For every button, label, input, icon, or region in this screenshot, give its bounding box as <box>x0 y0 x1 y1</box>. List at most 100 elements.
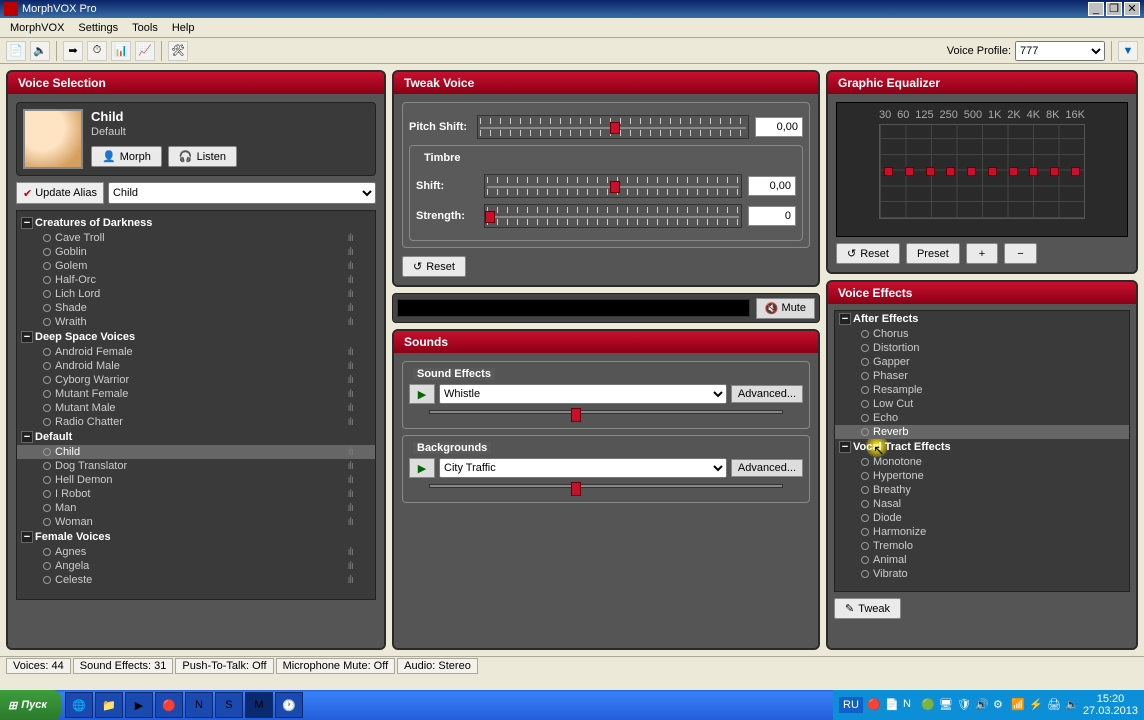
tool-btn-5[interactable]: 📊 <box>111 41 131 61</box>
voice-profile-select[interactable]: 777 <box>1015 41 1105 61</box>
voice-item[interactable]: Android Femaleılı <box>17 345 375 359</box>
task-skype[interactable]: S <box>215 692 243 718</box>
tool-btn-2[interactable]: 🔈 <box>30 41 50 61</box>
task-morphvox[interactable]: M <box>245 692 273 718</box>
effect-item[interactable]: Echo <box>835 411 1129 425</box>
sfx-select[interactable]: Whistle <box>439 384 727 404</box>
alias-select[interactable]: Child <box>108 182 376 204</box>
eq-band-handle[interactable] <box>1050 167 1059 176</box>
effect-item[interactable]: Breathy <box>835 483 1129 497</box>
tray-icon[interactable]: 📶 <box>1011 698 1025 712</box>
tray-lang[interactable]: RU <box>839 697 863 713</box>
effect-item[interactable]: Chorus <box>835 327 1129 341</box>
tray-clock[interactable]: 15:20 27.03.2013 <box>1083 693 1138 717</box>
sfx-volume-slider[interactable] <box>429 410 783 420</box>
eq-band-handle[interactable] <box>1029 167 1038 176</box>
effect-item[interactable]: Phaser <box>835 369 1129 383</box>
tool-btn-7[interactable]: 🛠 <box>168 41 188 61</box>
mute-button[interactable]: 🔇Mute <box>756 298 815 319</box>
tray-icon[interactable]: 🖨 <box>1047 698 1061 712</box>
effect-item[interactable]: Low Cut <box>835 397 1129 411</box>
effects-tree[interactable]: ↖ After EffectsChorusDistortionGapperPha… <box>834 310 1130 592</box>
tray-icon[interactable]: 🔈 <box>1065 698 1079 712</box>
task-onenote[interactable]: N <box>185 692 213 718</box>
bg-advanced-button[interactable]: Advanced... <box>731 459 803 477</box>
eq-band-handle[interactable] <box>905 167 914 176</box>
eq-band-handle[interactable] <box>946 167 955 176</box>
tool-btn-3[interactable]: ➡ <box>63 41 83 61</box>
eq-minus-button[interactable]: − <box>1004 243 1036 264</box>
eq-band-handle[interactable] <box>1071 167 1080 176</box>
effect-item[interactable]: Nasal <box>835 497 1129 511</box>
voice-item[interactable]: Manılı <box>17 501 375 515</box>
tray-icon[interactable]: 🖥 <box>939 698 953 712</box>
voice-item[interactable]: Dog Translatorılı <box>17 459 375 473</box>
tray-icon[interactable]: 🔴 <box>867 698 881 712</box>
eq-band-handle[interactable] <box>967 167 976 176</box>
eq-reset-button[interactable]: ↺Reset <box>836 243 900 264</box>
strength-slider[interactable] <box>484 204 742 228</box>
task-media[interactable]: ▶ <box>125 692 153 718</box>
voice-item[interactable]: Agnesılı <box>17 545 375 559</box>
voice-item[interactable]: Angelaılı <box>17 559 375 573</box>
voice-item[interactable]: Wraithılı <box>17 315 375 329</box>
effect-item[interactable]: Animal <box>835 553 1129 567</box>
voice-category[interactable]: Creatures of Darkness <box>17 215 375 231</box>
tray-icon[interactable]: 📄 <box>885 698 899 712</box>
tweak-effect-button[interactable]: ✎Tweak <box>834 598 901 619</box>
tray-volume-icon[interactable]: 🔊 <box>975 698 989 712</box>
tray-icon[interactable]: 🛡 <box>957 698 971 712</box>
pitch-value[interactable] <box>755 117 803 137</box>
play-bg-button[interactable]: ▶ <box>409 458 435 478</box>
effect-item[interactable]: Resample <box>835 383 1129 397</box>
effect-category[interactable]: Vocal Tract Effects <box>835 439 1129 455</box>
eq-band-handle[interactable] <box>884 167 893 176</box>
voice-item[interactable]: Mutant Femaleılı <box>17 387 375 401</box>
voice-item[interactable]: Goblinılı <box>17 245 375 259</box>
effect-item[interactable]: Monotone <box>835 455 1129 469</box>
voice-item[interactable]: Childılı <box>17 445 375 459</box>
bg-volume-slider[interactable] <box>429 484 783 494</box>
shift-slider[interactable] <box>484 174 742 198</box>
menu-tools[interactable]: Tools <box>132 22 158 34</box>
voice-item[interactable]: Celesteılı <box>17 573 375 587</box>
reset-tweak-button[interactable]: ↺Reset <box>402 256 466 277</box>
voice-item[interactable]: Cyborg Warriorılı <box>17 373 375 387</box>
voice-tree[interactable]: Creatures of DarknessCave TrollılıGoblin… <box>16 210 376 600</box>
pitch-slider[interactable] <box>477 115 749 139</box>
strength-value[interactable] <box>748 206 796 226</box>
menu-settings[interactable]: Settings <box>78 22 118 34</box>
eq-plus-button[interactable]: + <box>966 243 998 264</box>
minimize-button[interactable]: _ <box>1088 2 1104 16</box>
filter-button[interactable]: ▼ <box>1118 41 1138 61</box>
voice-category[interactable]: Female Voices <box>17 529 375 545</box>
maximize-button[interactable]: ❐ <box>1106 2 1122 16</box>
effect-category[interactable]: After Effects <box>835 311 1129 327</box>
close-button[interactable]: ✕ <box>1124 2 1140 16</box>
shift-value[interactable] <box>748 176 796 196</box>
menu-morphvox[interactable]: MorphVOX <box>10 22 64 34</box>
effect-item[interactable]: Harmonize <box>835 525 1129 539</box>
start-button[interactable]: ⊞Пуск <box>0 690 61 720</box>
voice-item[interactable]: Hell Demonılı <box>17 473 375 487</box>
voice-item[interactable]: Half-Orcılı <box>17 273 375 287</box>
sfx-advanced-button[interactable]: Advanced... <box>731 385 803 403</box>
tool-btn-4[interactable]: ⏱ <box>87 41 107 61</box>
voice-category[interactable]: Deep Space Voices <box>17 329 375 345</box>
effect-item[interactable]: Diode <box>835 511 1129 525</box>
voice-item[interactable]: Shadeılı <box>17 301 375 315</box>
effect-item[interactable]: Distortion <box>835 341 1129 355</box>
play-sfx-button[interactable]: ▶ <box>409 384 435 404</box>
tray-icon[interactable]: 🟢 <box>921 698 935 712</box>
task-clock[interactable]: 🕐 <box>275 692 303 718</box>
bg-select[interactable]: City Traffic <box>439 458 727 478</box>
voice-item[interactable]: Mutant Maleılı <box>17 401 375 415</box>
voice-category[interactable]: Default <box>17 429 375 445</box>
menu-help[interactable]: Help <box>172 22 195 34</box>
voice-item[interactable]: Womanılı <box>17 515 375 529</box>
voice-item[interactable]: Cave Trollılı <box>17 231 375 245</box>
listen-button[interactable]: 🎧Listen <box>168 146 237 167</box>
effect-item[interactable]: Tremolo <box>835 539 1129 553</box>
tray-icon[interactable]: ⚙ <box>993 698 1007 712</box>
voice-item[interactable]: I Robotılı <box>17 487 375 501</box>
